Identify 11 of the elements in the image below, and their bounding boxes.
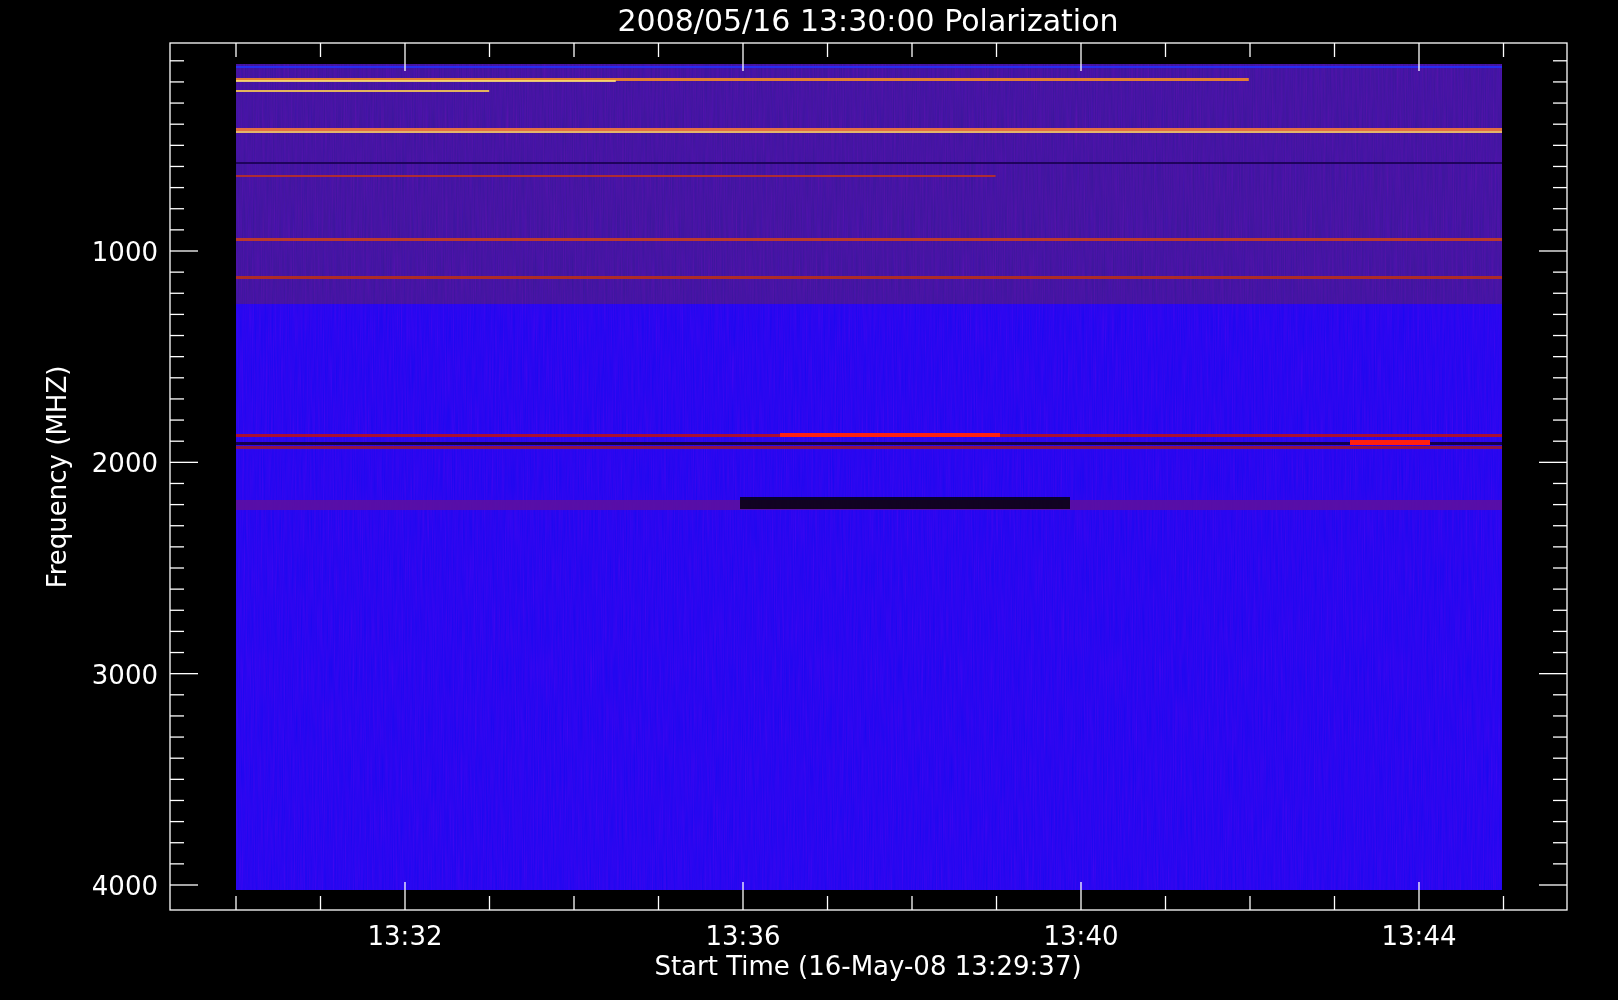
x-tick-label: 13:40 [1043,921,1119,951]
y-tick-label: 1000 [91,237,158,267]
plot-title: 2008/05/16 13:30:00 Polarization [617,3,1119,38]
x-axis-title: Start Time (16-May-08 13:29:37) [654,951,1082,981]
y-tick-label: 3000 [91,659,158,690]
x-tick-label: 13:44 [1381,921,1457,951]
x-tick-label: 13:36 [705,921,781,951]
y-axis-title: Frequency (MHZ) [42,365,72,589]
y-tick-label: 4000 [91,871,158,901]
x-tick-label: 13:32 [367,921,443,951]
y-tick-label: 2000 [91,448,158,479]
